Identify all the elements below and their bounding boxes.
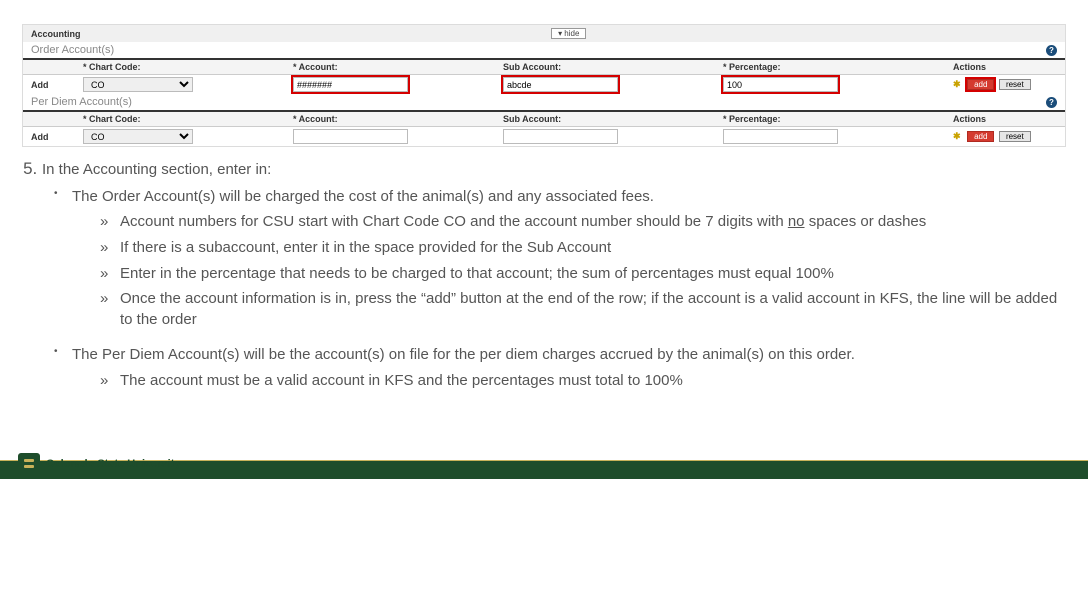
hide-button[interactable]: ▾ hide (551, 28, 586, 39)
required-star-icon: ✱ (953, 131, 961, 141)
order-sub-2: If there is a subaccount, enter it in th… (94, 238, 1064, 259)
row-label-add: Add (23, 80, 83, 90)
perdiem-accounts-section-bar: Per Diem Account(s) ? (23, 94, 1065, 112)
order-data-row: Add CO ✱ add reset (23, 75, 1065, 94)
order-header-row: Chart Code: Account: Sub Account: Percen… (23, 60, 1065, 75)
order-accounts-label: Order Account(s) (31, 44, 1046, 56)
perdiem-intro-item: The Per Diem Account(s) will be the acco… (48, 345, 1064, 391)
help-icon[interactable]: ? (1046, 97, 1057, 108)
required-star-icon: ✱ (953, 79, 961, 89)
accounting-panel: Accounting ▾ hide Order Account(s) ? Cha… (22, 24, 1066, 147)
chart-code-select[interactable]: CO (83, 77, 193, 92)
sub-account-input[interactable] (503, 129, 618, 144)
header-percentage: Percentage: (723, 62, 953, 72)
order-sub-4: Once the account information is in, pres… (94, 289, 1064, 330)
help-icon[interactable]: ? (1046, 45, 1057, 56)
add-button[interactable]: add (967, 131, 994, 142)
header-actions: Actions (953, 62, 1065, 72)
add-button[interactable]: add (967, 79, 994, 90)
header-chart-code: Chart Code: (83, 62, 293, 72)
panel-title: Accounting (31, 29, 81, 39)
header-account: Account: (293, 114, 503, 124)
order-accounts-section-bar: Order Account(s) ? (23, 42, 1065, 60)
step-5: In the Accounting section, enter in: The… (42, 157, 1064, 391)
step-5-heading: In the Accounting section, enter in: (42, 161, 271, 178)
perdiem-sub-1: The account must be a valid account in K… (94, 371, 1064, 392)
instructions-block: In the Accounting section, enter in: The… (0, 147, 1088, 391)
reset-button[interactable]: reset (999, 79, 1031, 90)
header-sub-account: Sub Account: (503, 62, 723, 72)
chart-code-select[interactable]: CO (83, 129, 193, 144)
header-actions: Actions (953, 114, 1065, 124)
perdiem-accounts-label: Per Diem Account(s) (31, 96, 1046, 108)
reset-button[interactable]: reset (999, 131, 1031, 142)
percentage-input[interactable] (723, 129, 838, 144)
footer: Colorado State University (0, 449, 1088, 479)
order-sub-3: Enter in the percentage that needs to be… (94, 264, 1064, 285)
order-intro-item: The Order Account(s) will be charged the… (48, 187, 1064, 331)
order-sub-1: Account numbers for CSU start with Chart… (94, 212, 1064, 233)
account-input[interactable] (293, 129, 408, 144)
percentage-input[interactable] (723, 77, 838, 92)
perdiem-header-row: Chart Code: Account: Sub Account: Percen… (23, 112, 1065, 127)
account-input[interactable] (293, 77, 408, 92)
header-percentage: Percentage: (723, 114, 953, 124)
university-name: Colorado State University (46, 458, 180, 470)
header-chart-code: Chart Code: (83, 114, 293, 124)
row-label-add: Add (23, 132, 83, 142)
csu-logo-icon (18, 453, 40, 475)
sub-account-input[interactable] (503, 77, 618, 92)
perdiem-data-row: Add CO ✱ add reset (23, 127, 1065, 146)
panel-header: Accounting ▾ hide (23, 25, 1065, 42)
header-sub-account: Sub Account: (503, 114, 723, 124)
header-account: Account: (293, 62, 503, 72)
